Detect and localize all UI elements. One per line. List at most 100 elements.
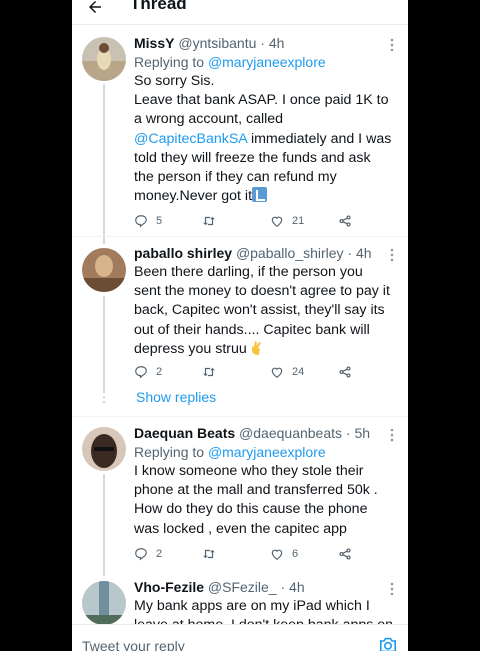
mention-link[interactable]: @CapitecBankSA (134, 131, 247, 147)
tweet-actions: 2 24 (134, 365, 362, 381)
like-count: 21 (292, 215, 305, 227)
like-button[interactable]: 24 (270, 365, 304, 379)
more-vertical-icon[interactable] (390, 428, 394, 442)
tweet-actions: 2 6 (134, 547, 362, 563)
text-line: told they will freeze the funds and ask (134, 149, 371, 166)
text-line: back, Capitec won't assist, they'll say … (134, 302, 385, 319)
like-count: 24 (292, 366, 305, 378)
display-name[interactable]: Vho-Fezile (134, 579, 204, 595)
reply-button[interactable]: 5 (134, 214, 162, 228)
share-button[interactable] (338, 547, 352, 561)
text-line: out of their hands.... Capitec bank will (134, 321, 370, 338)
tweet-header: MissY @yntsibantu · 4h (134, 34, 402, 53)
reply-button[interactable]: 2 (134, 547, 162, 561)
display-name[interactable]: MissY (134, 35, 174, 51)
arrow-left-icon[interactable] (86, 0, 104, 16)
replying-to: Replying to @maryjaneexplore (134, 443, 402, 462)
timestamp: · 4h (260, 35, 285, 51)
tweet-paballo[interactable]: paballo shirley @paballo_shirley · 4h Be… (72, 244, 408, 392)
text-line: sent the money to doesn't agree to pay i… (134, 283, 390, 300)
share-button[interactable] (338, 365, 352, 379)
user-handle[interactable]: @SFezile_ (208, 579, 277, 595)
like-button[interactable]: 6 (270, 547, 298, 561)
camera-icon[interactable] (378, 637, 398, 651)
tweet-missy[interactable]: MissY @yntsibantu · 4h Replying to @mary… (72, 34, 408, 244)
retweet-icon (203, 367, 215, 377)
more-vertical-icon[interactable] (390, 582, 394, 596)
avatar[interactable] (82, 581, 126, 625)
reply-icon (135, 548, 147, 561)
emoji-icon (252, 187, 268, 203)
timestamp: · 5h (345, 425, 371, 441)
tweet-separator (72, 236, 408, 237)
tweet-text: I know someone who they stole their phon… (134, 462, 402, 539)
retweet-icon (203, 549, 215, 559)
text-fragment: immediately and I was (247, 130, 392, 147)
display-name[interactable]: Daequan Beats (134, 425, 235, 441)
crossed-fingers-icon (251, 340, 261, 355)
tweet-content: Daequan Beats @daequanbeats · 5h Replyin… (134, 424, 402, 539)
heart-icon (271, 367, 283, 378)
thread-dots (102, 390, 106, 404)
tweet-daequan[interactable]: Daequan Beats @daequanbeats · 5h Replyin… (72, 424, 408, 576)
reply-icon (135, 215, 147, 228)
heart-icon (271, 216, 283, 227)
share-icon (339, 548, 351, 560)
replying-to-label: Replying to (134, 444, 208, 460)
text-line: money.Never got it (134, 187, 402, 206)
thread-screen: Thread MissY @yntsibantu · 4h Replying t… (72, 0, 408, 651)
page-title: Thread (130, 0, 187, 13)
reply-count: 2 (156, 366, 163, 378)
tweet-content: paballo shirley @paballo_shirley · 4h Be… (134, 244, 402, 359)
tweet-header: Daequan Beats @daequanbeats · 5h (134, 424, 402, 443)
text-line: phone at the mall and transferred 50k . (134, 482, 378, 499)
text-line: a wrong account, called (134, 111, 284, 128)
tweet-header: Vho-Fezile @SFezile_ · 4h (134, 578, 402, 597)
reply-composer[interactable]: Tweet your reply (72, 624, 408, 651)
display-name[interactable]: paballo shirley (134, 245, 232, 261)
text-line: Been there darling, if the person you (134, 264, 363, 280)
text-fragment: depress you struu (134, 340, 247, 357)
tweet-text: Been there darling, if the person you se… (134, 263, 402, 359)
thread-line (103, 296, 105, 392)
share-icon (339, 215, 351, 227)
retweet-button[interactable] (202, 365, 216, 379)
reply-count: 2 (156, 548, 163, 560)
tweet-vho[interactable]: Vho-Fezile @SFezile_ · 4h My bank apps a… (72, 578, 408, 633)
user-handle[interactable]: @daequanbeats (239, 425, 342, 441)
heart-icon (271, 549, 283, 560)
thread-line (103, 84, 105, 244)
avatar[interactable] (82, 427, 126, 471)
text-line: I know someone who they stole their (134, 463, 364, 479)
share-button[interactable] (338, 214, 352, 228)
more-vertical-icon[interactable] (390, 38, 394, 52)
like-button[interactable]: 21 (270, 214, 304, 228)
avatar[interactable] (82, 248, 126, 292)
text-line: depress you struu (134, 340, 402, 359)
text-line: the person if they can refund my (134, 169, 337, 186)
text-line: @CapitecBankSA immediately and I was (134, 130, 402, 149)
user-handle[interactable]: @paballo_shirley (236, 245, 344, 261)
timestamp: · 4h (347, 245, 372, 261)
retweet-button[interactable] (202, 547, 216, 561)
reply-input[interactable]: Tweet your reply (82, 638, 185, 651)
timestamp: · 4h (280, 579, 305, 595)
more-vertical-icon[interactable] (390, 248, 394, 262)
retweet-icon (203, 216, 215, 226)
share-icon (339, 366, 351, 378)
show-replies-link[interactable]: Show replies (136, 389, 216, 405)
tweet-separator (72, 416, 408, 417)
avatar[interactable] (82, 37, 126, 81)
retweet-button[interactable] (202, 214, 216, 228)
text-line: How do they do this cause the phone (134, 501, 368, 518)
reply-button[interactable]: 2 (134, 365, 162, 379)
mention-link[interactable]: @maryjaneexplore (208, 444, 326, 460)
text-line: was locked , even the capitec app (134, 520, 347, 537)
text-line: Leave that bank ASAP. I once paid 1K to (134, 92, 389, 109)
user-handle[interactable]: @yntsibantu (178, 35, 256, 51)
top-bar: Thread (72, 0, 408, 20)
reply-icon (135, 366, 147, 379)
tweet-text: So sorry Sis. Leave that bank ASAP. I on… (134, 72, 402, 206)
divider (72, 24, 408, 25)
mention-link[interactable]: @maryjaneexplore (208, 54, 326, 70)
